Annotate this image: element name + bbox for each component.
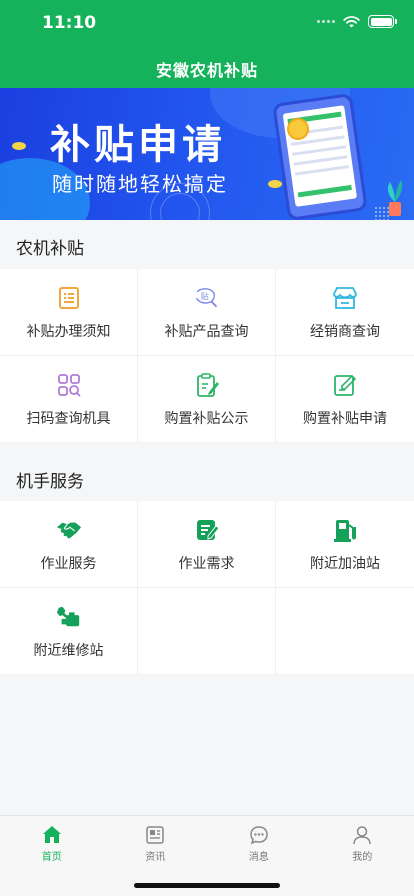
handshake-icon xyxy=(56,517,82,543)
grid-item-label: 作业服务 xyxy=(40,556,97,572)
grid-item-product-search[interactable]: 贴 补贴产品查询 xyxy=(138,269,276,356)
grid-item-label: 附近维修站 xyxy=(33,643,104,659)
grid-item-label: 作业需求 xyxy=(178,556,235,572)
news-icon xyxy=(146,826,164,844)
section-header-machine: 机手服务 xyxy=(0,443,414,500)
grid-item-label: 购置补贴公示 xyxy=(164,411,249,427)
clipboard-edit-icon xyxy=(194,372,220,398)
tab-home[interactable]: 首页 xyxy=(0,816,104,896)
grid-item-label: 经销商查询 xyxy=(310,324,380,340)
banner-title: 补贴申请 xyxy=(50,122,226,168)
grid-item-work-service[interactable]: 作业服务 xyxy=(0,501,138,588)
grid-item-gas-station[interactable]: 附近加油站 xyxy=(276,501,414,588)
store-icon xyxy=(332,285,358,311)
grid-item-work-demand[interactable]: 作业需求 xyxy=(138,501,276,588)
grid-item-subsidy-publicity[interactable]: 购置补贴公示 xyxy=(138,356,276,443)
wifi-icon xyxy=(343,15,360,27)
message-icon xyxy=(249,826,268,845)
grid-item-label: 附近加油站 xyxy=(310,556,380,572)
tab-label: 我的 xyxy=(352,852,373,863)
grid-item-label: 购置补贴申请 xyxy=(303,411,387,427)
grid-item-empty xyxy=(138,588,276,675)
grid-item-empty xyxy=(276,588,414,675)
grid-item-label: 补贴办理须知 xyxy=(26,324,111,340)
home-indicator xyxy=(134,883,280,888)
status-icons xyxy=(317,15,397,28)
grid-item-label: 扫码查询机具 xyxy=(26,411,111,427)
section-title-machine: 机手服务 xyxy=(16,472,84,492)
repair-tool-icon xyxy=(56,604,82,630)
tab-profile[interactable]: 我的 xyxy=(311,816,414,896)
agri-subsidy-grid: 补贴办理须知 贴 补贴产品查询 经销商查询 扫码查询机具 购置补贴公示 购置补贴… xyxy=(0,269,414,443)
grid-item-repair-station[interactable]: 附近维修站 xyxy=(0,588,138,675)
coin-illustration xyxy=(287,118,309,140)
page-title: 安徽农机补贴 xyxy=(155,61,258,80)
grid-item-label: 补贴产品查询 xyxy=(164,324,249,340)
tab-label: 消息 xyxy=(248,852,269,863)
subsidy-search-icon: 贴 xyxy=(194,285,220,311)
section-header-agri: 农机补贴 xyxy=(0,220,414,269)
banner-subtitle: 随时随地轻松搞定 xyxy=(52,172,228,196)
section-title-agri: 农机补贴 xyxy=(16,239,84,259)
grid-item-dealer-search[interactable]: 经销商查询 xyxy=(276,269,414,356)
grid-item-subsidy-notice[interactable]: 补贴办理须知 xyxy=(0,269,138,356)
home-icon xyxy=(42,826,61,843)
battery-icon xyxy=(368,15,397,28)
document-edit-icon xyxy=(194,517,220,543)
tab-label: 资讯 xyxy=(145,852,166,863)
notice-doc-icon xyxy=(56,285,82,311)
phone-illustration xyxy=(272,93,368,220)
grid-item-scan-query[interactable]: 扫码查询机具 xyxy=(0,356,138,443)
profile-icon xyxy=(353,826,371,845)
tab-label: 首页 xyxy=(41,852,62,863)
form-edit-icon xyxy=(332,372,358,398)
svg-text:贴: 贴 xyxy=(200,291,208,301)
header-bar: 11:10 安徽农机补贴 xyxy=(0,0,414,88)
grid-item-subsidy-apply[interactable]: 购置补贴申请 xyxy=(276,356,414,443)
scan-grid-icon xyxy=(56,372,82,398)
banner[interactable]: 补贴申请 随时随地轻松搞定 xyxy=(0,88,414,220)
signal-icon xyxy=(317,20,335,23)
status-time: 11:10 xyxy=(42,13,97,33)
gas-station-icon xyxy=(332,517,358,543)
machine-service-grid: 作业服务 作业需求 附近加油站 附近维修站 xyxy=(0,501,414,675)
plant-illustration xyxy=(387,180,403,216)
